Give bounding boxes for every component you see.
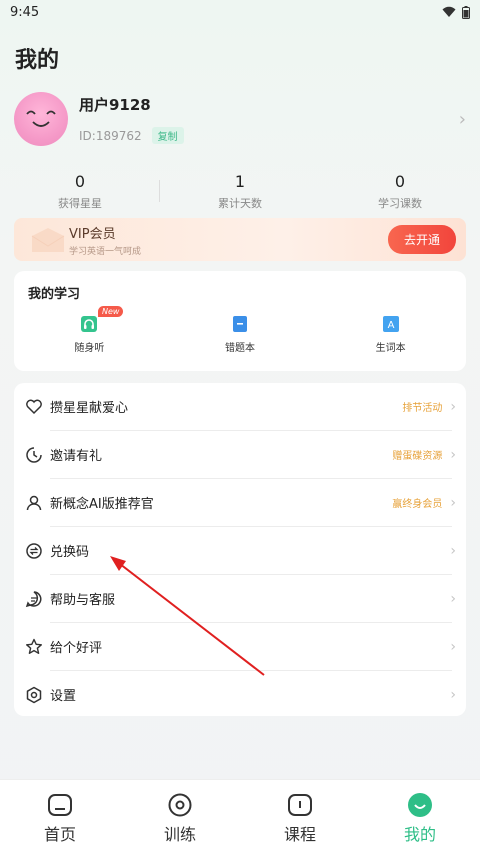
tab-training[interactable]: 训练 xyxy=(120,780,240,855)
star-icon xyxy=(26,638,42,654)
menu-item-redeem-code[interactable]: 兑换码 › xyxy=(14,527,466,574)
exchange-icon xyxy=(26,542,42,559)
menu-label: 新概念AI版推荐官 xyxy=(50,497,154,512)
menu-tag: 赠蛋碟资源 xyxy=(392,451,443,462)
notebook-icon xyxy=(233,316,247,332)
gift-icon xyxy=(26,446,42,463)
profile-row[interactable]: 用户9128 ID:189762 复制 › xyxy=(14,90,466,148)
gear-icon xyxy=(26,686,42,703)
stat-label: 获得星星 xyxy=(58,197,102,210)
chevron-right-icon: › xyxy=(450,638,456,655)
smile-profile-icon xyxy=(408,793,432,817)
vip-banner[interactable]: VIP会员 学习英语一气呵成 去开通 xyxy=(14,218,466,261)
menu-item-help[interactable]: 帮助与客服 › xyxy=(14,575,466,622)
vip-text: VIP会员 学习英语一气呵成 xyxy=(69,223,141,257)
stat-lessons[interactable]: 0 学习课数 xyxy=(320,172,480,211)
my-study-card: 我的学习 New 随身听 错题本 A 生词本 xyxy=(14,271,466,371)
envelope-icon xyxy=(31,228,65,252)
chevron-right-icon: › xyxy=(450,590,456,607)
course-icon xyxy=(288,794,312,816)
headphones-icon xyxy=(81,316,98,332)
chevron-right-icon: › xyxy=(450,446,456,463)
uid-row: ID:189762 复制 xyxy=(79,127,459,144)
chevron-right-icon: › xyxy=(450,494,456,511)
tab-label: 训练 xyxy=(163,825,196,844)
status-bar: 9:45 xyxy=(0,0,480,24)
new-badge: New xyxy=(98,306,124,317)
battery-icon xyxy=(462,5,470,19)
tab-courses[interactable]: 课程 xyxy=(240,780,360,855)
chevron-right-icon: › xyxy=(450,686,456,703)
target-icon xyxy=(168,793,192,817)
menu-label: 攒星星献爱心 xyxy=(50,401,129,416)
menu-item-settings[interactable]: 设置 › xyxy=(14,671,466,718)
chevron-right-icon: › xyxy=(450,542,456,559)
stat-label: 学习课数 xyxy=(378,197,422,210)
vip-open-button[interactable]: 去开通 xyxy=(387,225,456,254)
tab-home[interactable]: 首页 xyxy=(0,780,120,855)
vip-title: VIP会员 xyxy=(69,226,116,242)
menu-label: 设置 xyxy=(50,689,77,704)
username: 用户9128 xyxy=(79,96,151,114)
menu-label: 帮助与客服 xyxy=(50,593,116,608)
stat-label: 累计天数 xyxy=(218,197,262,210)
stat-days[interactable]: 1 累计天数 xyxy=(160,172,320,211)
heart-icon xyxy=(26,399,42,414)
user-id: ID:189762 xyxy=(79,128,142,143)
study-item-label: 错题本 xyxy=(225,343,255,354)
stats-row: 0 获得星星 1 累计天数 0 学习课数 xyxy=(0,172,480,211)
tab-label: 课程 xyxy=(283,825,316,844)
study-items: New 随身听 错题本 A 生词本 xyxy=(14,306,466,354)
chevron-right-icon: › xyxy=(450,398,456,415)
chevron-right-icon: › xyxy=(458,108,466,130)
word-book-icon: A xyxy=(382,316,399,332)
wifi-icon xyxy=(442,6,456,17)
status-icons xyxy=(442,5,470,19)
study-title: 我的学习 xyxy=(28,287,81,302)
menu-card: 攒星星献爱心 排节活动 › 邀请有礼 赠蛋碟资源 › 新概念AI版推荐官 赢终身… xyxy=(14,383,466,716)
bottom-tab-bar: 首页 训练 课程 我的 xyxy=(0,779,480,855)
avatar[interactable] xyxy=(14,92,68,146)
menu-label: 兑换码 xyxy=(50,545,90,560)
vip-subtitle: 学习英语一气呵成 xyxy=(69,246,142,257)
chat-icon xyxy=(25,590,42,607)
menu-tag: 赢终身会员 xyxy=(392,499,443,510)
user-icon xyxy=(26,495,42,510)
study-item-listen[interactable]: New 随身听 xyxy=(14,306,165,354)
stat-value: 0 xyxy=(74,172,86,191)
study-item-label: 生词本 xyxy=(375,343,406,354)
menu-label: 给个好评 xyxy=(50,641,103,656)
study-item-vocab[interactable]: A 生词本 xyxy=(315,315,466,354)
home-icon xyxy=(48,794,72,816)
tab-label: 我的 xyxy=(403,825,436,844)
tab-label: 首页 xyxy=(43,825,76,844)
menu-item-invite[interactable]: 邀请有礼 赠蛋碟资源 › xyxy=(14,431,466,478)
menu-item-ai-recommender[interactable]: 新概念AI版推荐官 赢终身会员 › xyxy=(14,479,466,526)
page-title: 我的 xyxy=(15,48,60,73)
status-time: 9:45 xyxy=(10,4,40,20)
menu-label: 邀请有礼 xyxy=(50,449,103,464)
tab-mine[interactable]: 我的 xyxy=(360,780,480,855)
profile-info: 用户9128 ID:189762 复制 xyxy=(79,94,459,144)
menu-tag: 排节活动 xyxy=(402,403,443,414)
stat-divider xyxy=(159,180,160,202)
copy-id-button[interactable]: 复制 xyxy=(151,127,184,144)
svg-text:A: A xyxy=(387,320,394,331)
study-item-mistakes[interactable]: 错题本 xyxy=(165,315,316,354)
smiley-face-icon xyxy=(26,110,56,127)
stat-value: 0 xyxy=(394,172,406,191)
stat-value: 1 xyxy=(234,172,246,191)
menu-item-rate[interactable]: 给个好评 › xyxy=(14,623,466,670)
menu-item-stars-charity[interactable]: 攒星星献爱心 排节活动 › xyxy=(14,383,466,430)
study-item-label: 随身听 xyxy=(74,343,105,354)
stat-stars[interactable]: 0 获得星星 xyxy=(0,172,160,211)
